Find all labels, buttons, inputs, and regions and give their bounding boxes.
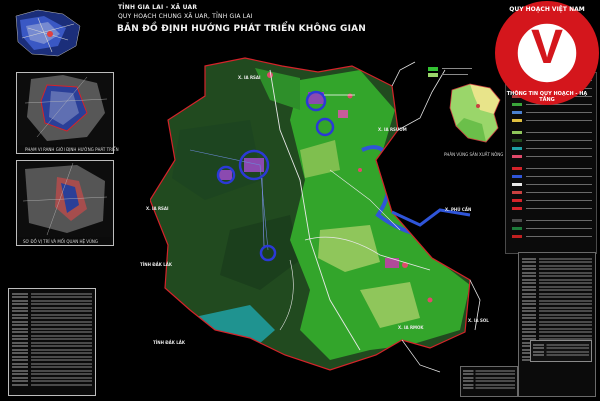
plan-title: QUY HOẠCH CHUNG XÃ UAR, TỈNH GIA LAI (118, 13, 253, 20)
agri-legend-swatches (428, 67, 488, 81)
logo-bottom-text: THÔNG TIN QUY HOẠCH - HẠ TẦNG (506, 91, 588, 103)
title-block (518, 252, 596, 397)
logo-letter: V (530, 21, 563, 74)
signature-table (530, 340, 592, 362)
label-xa-upper-right: X. IA RSƯƠM (378, 127, 407, 132)
inset1-caption: PHẠM VI RANH GIỚI ĐỊNH HƯỚNG PHÁT TRIỂN (25, 147, 119, 152)
regional-inset: SƠ ĐỒ VỊ TRÍ VÀ MỐI QUAN HỆ VÙNG (16, 160, 114, 246)
label-xa-left: X. IA RSAI (146, 206, 169, 211)
label-xa-top: X. IA RSAI (238, 75, 261, 80)
locator-inset (8, 6, 86, 61)
land-use-table (8, 288, 96, 396)
logo-top-text: QUY HOẠCH VIỆT NAM (509, 6, 585, 13)
label-daklak-1: TỈNH ĐẮK LẮK (140, 262, 172, 267)
map-title: BẢN ĐỒ ĐỊNH HƯỚNG PHÁT TRIỂN KHÔNG GIAN (117, 24, 367, 34)
label-xa-right: X. PHÚ CẦN (445, 207, 472, 212)
label-xa-lower-right: X. IA SOL (468, 318, 489, 323)
label-daklak-2: TỈNH ĐẮK LẮK (153, 340, 185, 345)
boundary-inset: PHẠM VI RANH GIỚI ĐỊNH HƯỚNG PHÁT TRIỂN (16, 72, 119, 154)
inset2-caption: SƠ ĐỒ VỊ TRÍ VÀ MỐI QUAN HỆ VÙNG (23, 239, 99, 244)
quy-hoach-viet-nam-logo: V QUY HOẠCH VIỆT NAM THÔNG TIN QUY HOẠCH… (494, 0, 600, 106)
label-xa-bottom: X. IA RMOK (398, 325, 424, 330)
notes-table (460, 366, 518, 397)
province-title: TỈNH GIA LAI - XÃ UAR (118, 4, 198, 11)
